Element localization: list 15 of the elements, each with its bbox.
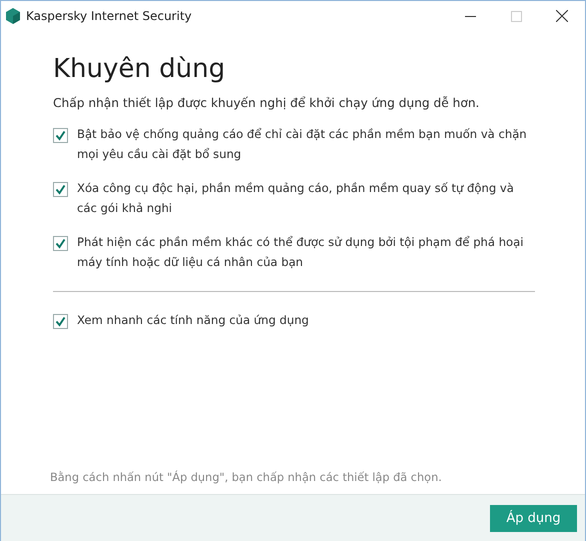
footer-note: Bằng cách nhấn nút "Áp dụng", bạn chấp nhận các thiết lập đã chọn.	[50, 471, 443, 484]
checkbox[interactable]	[53, 314, 68, 329]
checkbox[interactable]	[53, 236, 68, 251]
apply-button[interactable]: Áp dụng	[490, 504, 577, 532]
option-label: Xem nhanh các tính năng của ứng dụng	[77, 312, 309, 329]
close-icon[interactable]	[556, 10, 568, 22]
checkbox[interactable]	[53, 182, 68, 197]
page-heading: Khuyên dùng	[53, 54, 226, 84]
option-label: Xóa công cụ độc hại, phần mềm quảng cáo, phần mềm quay số tự động và các gói khả nghi	[77, 180, 515, 217]
option-label: Phát hiện các phần mềm khác có thể được sử dụng bởi tội phạm để phá hoại máy tính hoặc dữ liệu cá nhân của bạn	[77, 234, 524, 271]
window-title: Kaspersky Internet Security	[26, 9, 193, 23]
option-label: Bật bảo vệ chống quảng cáo để chỉ cài đặt các phần mềm bạn muốn và chặn mọi yêu cầu cài đặt bổ sung	[77, 126, 528, 163]
checkbox[interactable]	[53, 128, 68, 143]
page-subtitle: Chấp nhận thiết lập được khuyến nghị để khởi chạy ứng dụng dễ hơn.	[53, 96, 480, 110]
app-logo-icon	[6, 8, 20, 24]
